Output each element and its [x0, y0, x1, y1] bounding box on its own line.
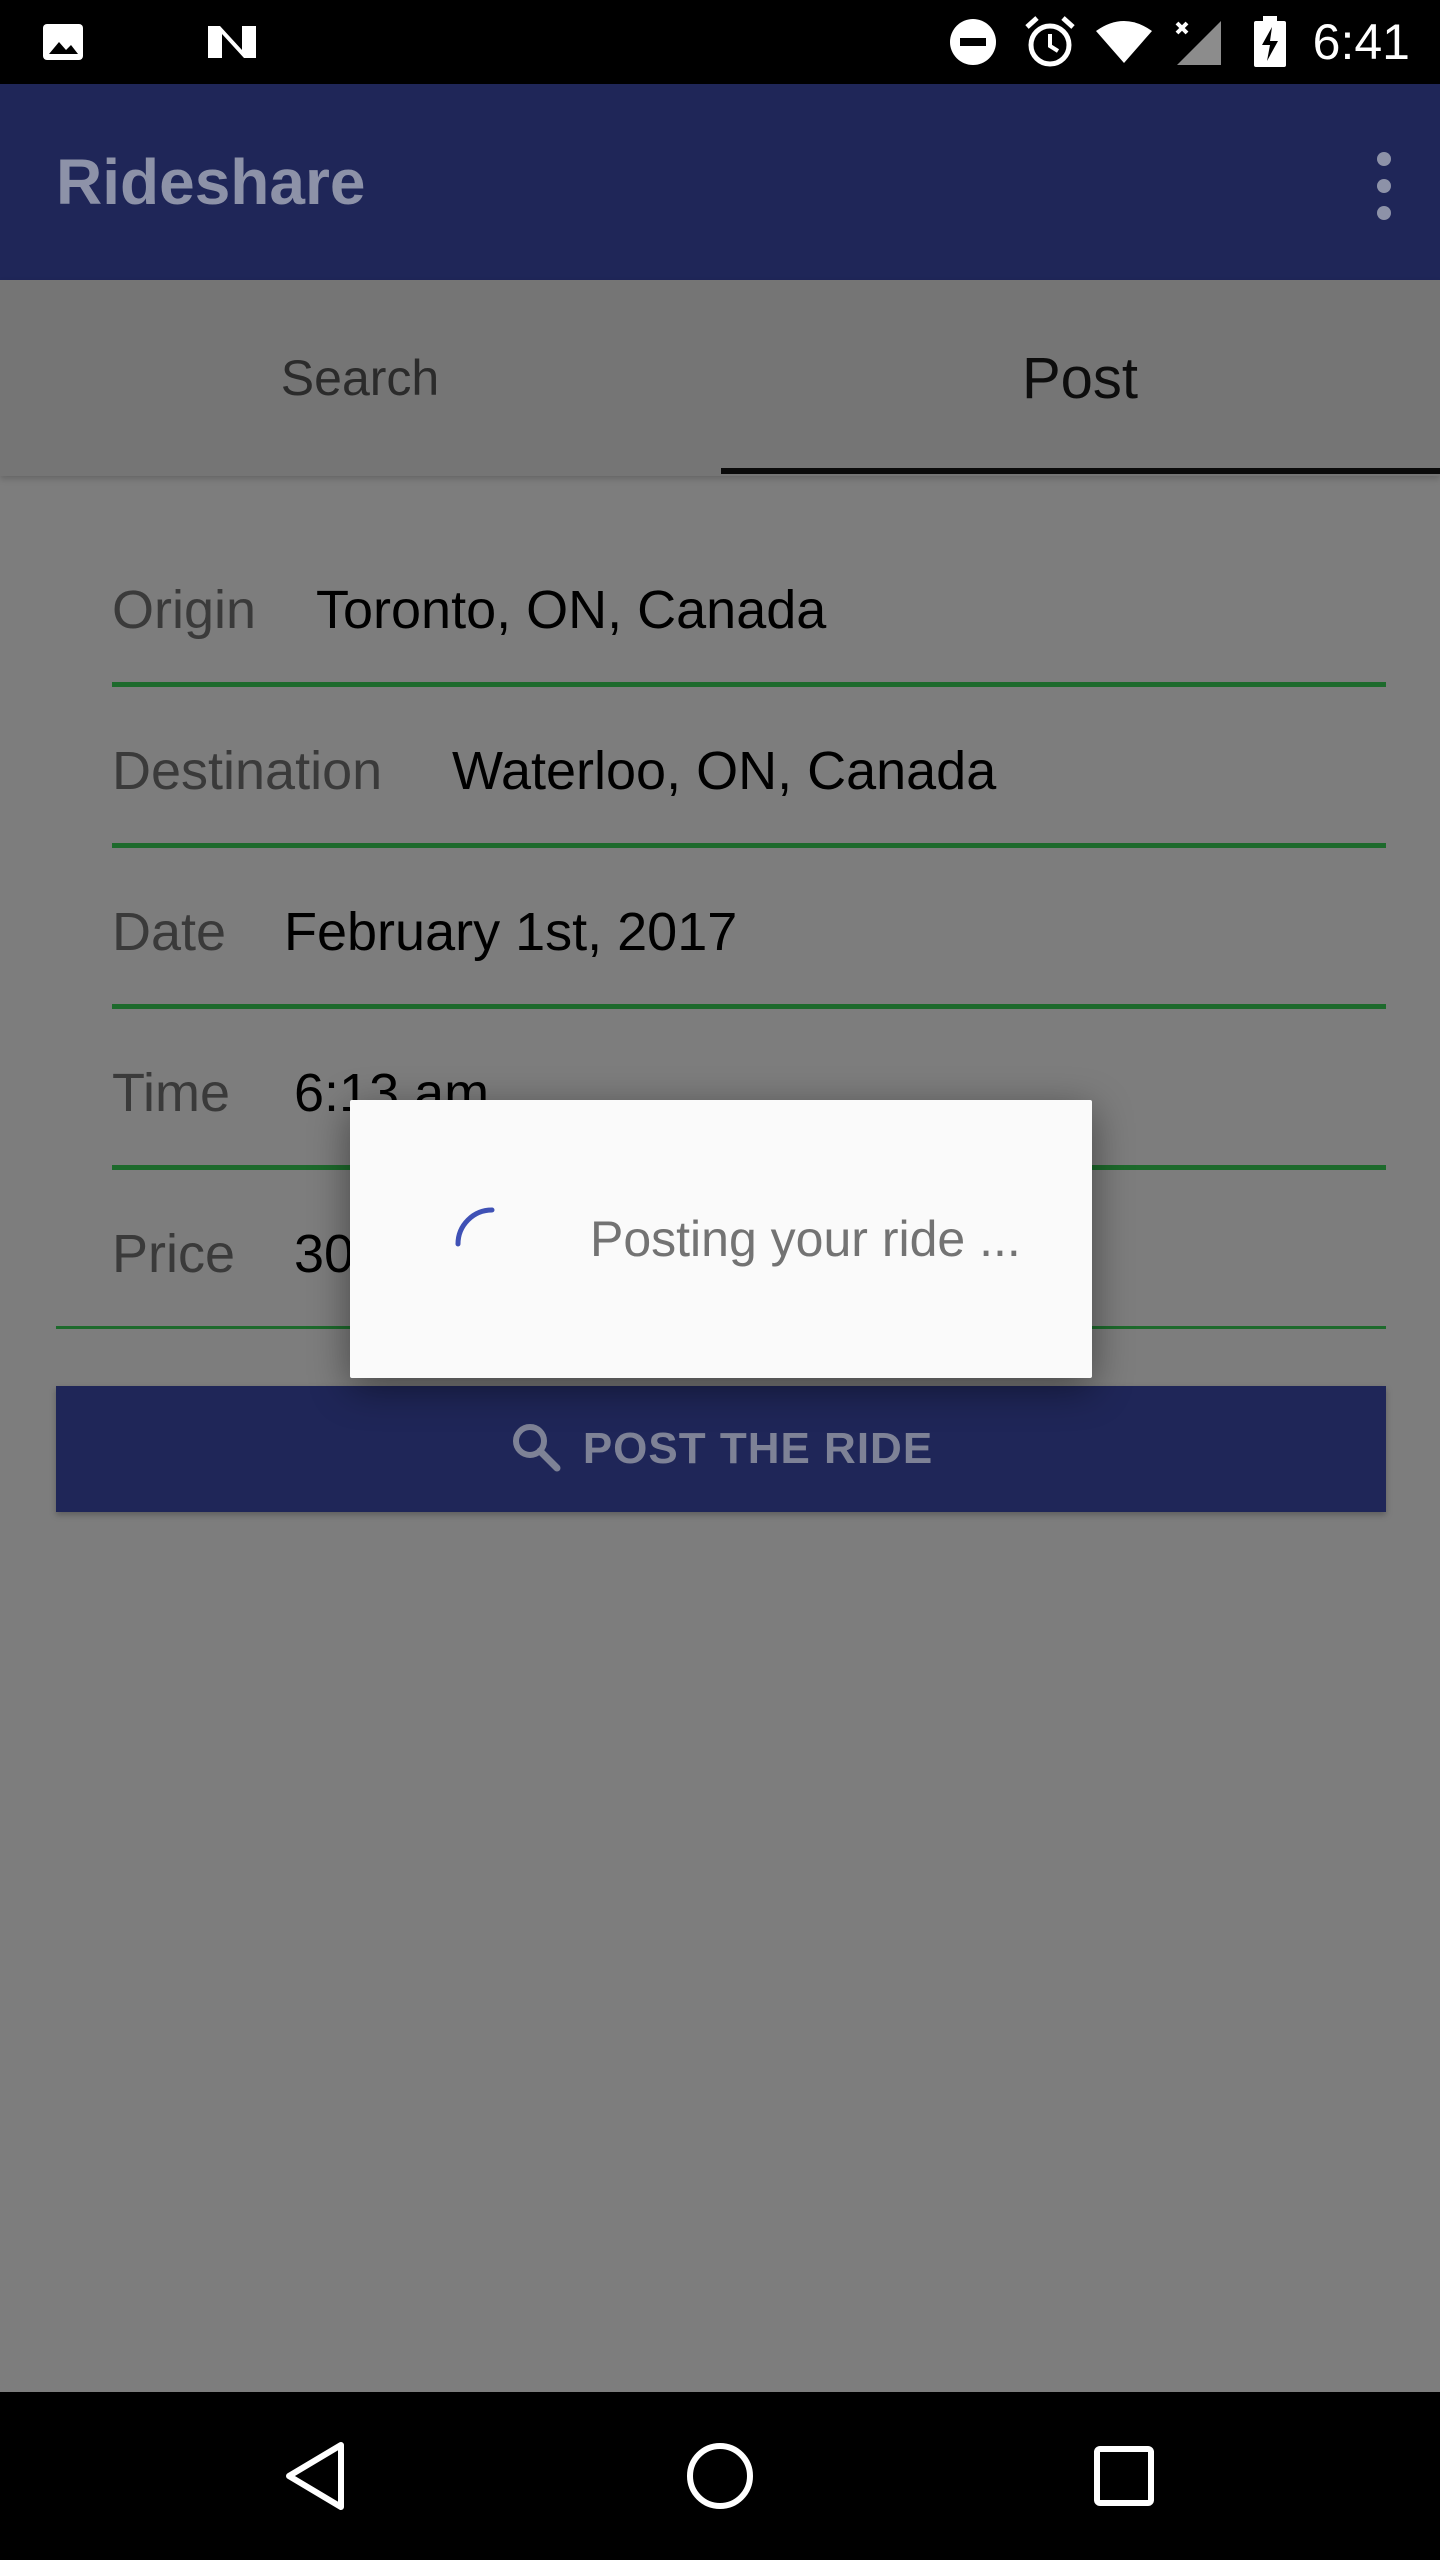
dialog-message: Posting your ride ...: [590, 1211, 1021, 1267]
alarm-icon: [1022, 0, 1078, 84]
signal-icon: [1172, 0, 1224, 84]
app-bar: Rideshare: [0, 84, 1440, 280]
origin-input[interactable]: Toronto, ON, Canada: [316, 538, 826, 682]
tab-search[interactable]: Search: [0, 280, 720, 476]
navigation-bar: [0, 2392, 1440, 2560]
origin-field[interactable]: Origin Toronto, ON, Canada: [112, 538, 1386, 687]
selected-tab-indicator: [721, 468, 1440, 474]
date-field[interactable]: Date February 1st, 2017: [112, 860, 1386, 1009]
post-button-label: POST THE RIDE: [582, 1424, 934, 1473]
wifi-icon: [1094, 0, 1154, 84]
more-vert-icon[interactable]: [1356, 146, 1412, 226]
date-input[interactable]: February 1st, 2017: [284, 860, 737, 1004]
loading-spinner-icon: [434, 1184, 544, 1299]
home-icon[interactable]: [670, 2392, 770, 2560]
image-icon: [38, 0, 88, 84]
destination-field[interactable]: Destination Waterloo, ON, Canada: [112, 699, 1386, 848]
time-label: Time: [112, 1063, 230, 1123]
tab-bar: Search Post: [0, 280, 1440, 476]
battery-charging-icon: [1250, 0, 1290, 84]
destination-label: Destination: [112, 741, 383, 801]
post-the-ride-button[interactable]: POST THE RIDE: [56, 1386, 1386, 1512]
search-icon: [509, 1420, 563, 1479]
progress-dialog: Posting your ride ...: [350, 1100, 1092, 1378]
app-title: Rideshare: [56, 146, 366, 218]
tab-post[interactable]: Post: [720, 280, 1440, 476]
back-icon[interactable]: [266, 2392, 366, 2560]
price-label: Price: [112, 1224, 236, 1284]
status-time: 6:41: [1312, 14, 1410, 70]
origin-label: Origin: [112, 580, 257, 640]
price-input[interactable]: 30: [294, 1182, 354, 1326]
n-logo-icon: [204, 0, 260, 84]
recents-icon[interactable]: [1074, 2392, 1174, 2560]
do-not-disturb-icon: [946, 0, 1000, 84]
destination-input[interactable]: Waterloo, ON, Canada: [452, 699, 996, 843]
date-label: Date: [112, 902, 227, 962]
status-bar: 6:41: [0, 0, 1440, 84]
